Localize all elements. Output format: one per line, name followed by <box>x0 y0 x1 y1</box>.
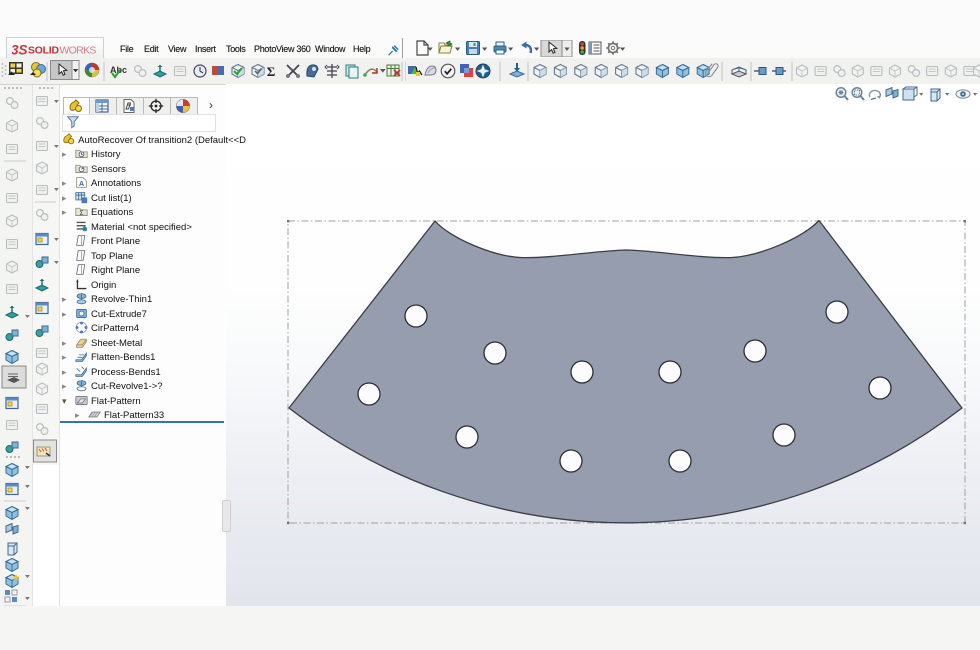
svg-text:WORKS: WORKS <box>60 46 97 57</box>
svg-text:3S: 3S <box>12 43 28 58</box>
svg-text:A: A <box>79 179 85 188</box>
svg-text:Σ: Σ <box>79 210 83 217</box>
svg-text:SOLID: SOLID <box>28 46 59 57</box>
